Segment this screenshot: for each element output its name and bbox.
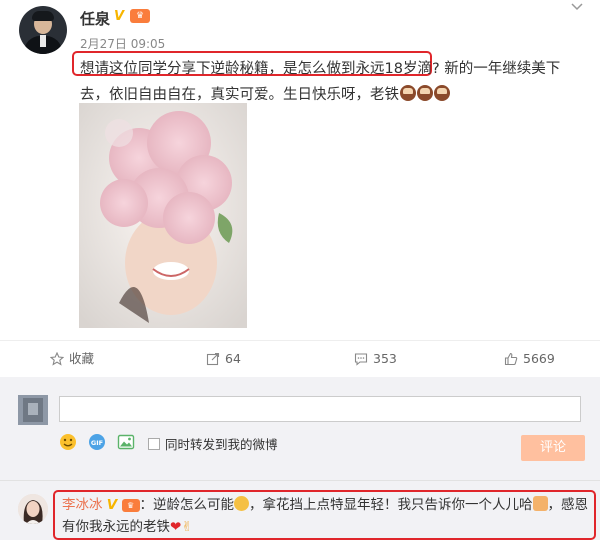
post-highlighted-text: 想请这位同学分享下逆龄秘籍，是怎么做到永远18岁滴? [80,61,440,77]
post-content: 想请这位同学分享下逆龄秘籍，是怎么做到永远18岁滴? 新的一年继续美下去，依旧自… [80,56,585,108]
muscle-emoji-icon [532,496,548,511]
comment-input[interactable] [59,396,581,422]
reply-item: 李冰冰 V ♛ ：逆龄怎么可能 ，拿花挡上点特显年轻！我只告诉你一个人儿哈 ，感恩有你… [0,481,600,540]
comment-section: GIF 同时转发到我的微博 评论 李冰冰 V ♛ ：逆龄怎么可能 ，拿花挡上点特显年… [0,377,600,540]
author-avatar[interactable] [19,6,67,54]
cake-icon [400,85,416,101]
forward-label: 同时转发到我的微博 [165,437,278,452]
comment-count: 353 [373,351,397,366]
verified-badge-icon: V [114,9,125,24]
forward-to-weibo-checkbox[interactable]: 同时转发到我的微博 [148,434,278,453]
cake-icon [434,85,450,101]
weibo-post: 任泉 V ♛ 2月27日 09:05 想请这位同学分享下逆龄秘籍，是怎么做到永远… [0,0,600,372]
repost-button[interactable]: 64 [206,341,241,377]
reply-text-part2: ，拿花挡上点特显年轻！我只告诉你一个人儿哈 [249,497,533,513]
image-icon[interactable] [117,433,135,455]
gif-icon[interactable]: GIF [88,433,106,455]
comment-button[interactable]: 353 [354,341,397,377]
reply-avatar[interactable] [18,494,48,524]
reply-author-name[interactable]: 李冰冰 [62,497,103,513]
hand-emoji-icon: ✌ [181,519,193,535]
chevron-down-icon[interactable] [570,0,584,14]
comment-icon [354,353,368,366]
thumbs-up-icon [504,352,518,366]
heart-emoji-icon: ❤ [170,519,182,535]
favorite-button[interactable]: 收藏 [49,341,95,377]
svg-text:GIF: GIF [91,439,103,447]
emoji-icon[interactable] [59,433,77,455]
favorite-label: 收藏 [69,351,95,366]
post-timestamp[interactable]: 2月27日 09:05 [80,35,165,52]
repost-icon [206,352,220,366]
author-name[interactable]: 任泉 [80,8,110,29]
reply-text: 李冰冰 V ♛ ：逆龄怎么可能 ，拿花挡上点特显年轻！我只告诉你一个人儿哈 ，感恩有你… [62,494,590,538]
my-avatar [18,395,48,425]
verified-badge-icon: V [106,497,118,513]
post-photo[interactable] [79,103,247,328]
cake-icon [417,85,433,101]
member-badge-icon: ♛ [130,9,150,23]
submit-comment-button[interactable]: 评论 [521,435,585,461]
action-bar: 收藏 64 353 5669 [0,340,600,377]
reply-text-part1: ：逆龄怎么可能 [139,497,235,513]
like-button[interactable]: 5669 [504,341,555,377]
like-count: 5669 [523,351,555,366]
repost-count: 64 [225,351,241,366]
member-badge-icon: ♛ [121,499,140,512]
laughing-emoji-icon [234,496,250,511]
star-icon [49,351,65,366]
checkbox-icon[interactable] [148,438,160,450]
